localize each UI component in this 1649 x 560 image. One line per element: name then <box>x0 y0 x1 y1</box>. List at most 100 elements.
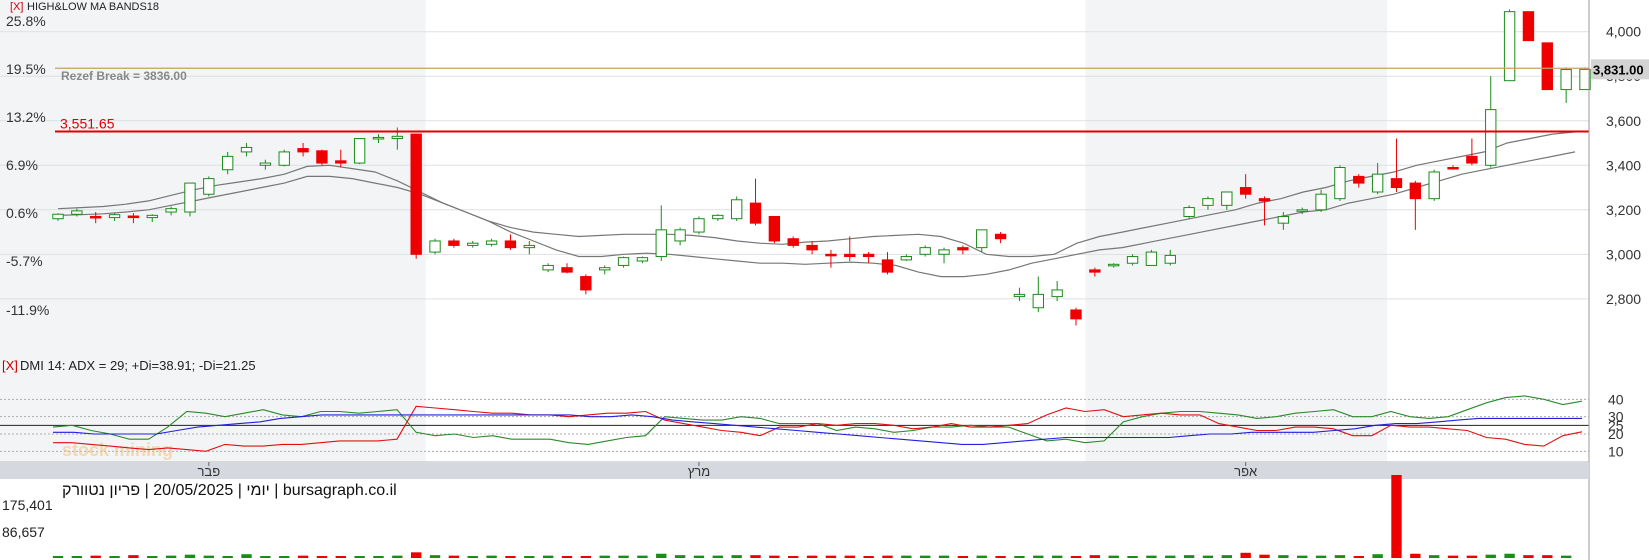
volume-bar <box>806 555 818 558</box>
candle-down <box>806 244 818 251</box>
volume-bar <box>1315 555 1327 558</box>
candle-down <box>1466 155 1478 164</box>
candle-up <box>1126 256 1139 264</box>
dmi-axis-label: 10 <box>1608 443 1624 459</box>
volume-bar <box>335 556 346 558</box>
volume-bar <box>52 556 64 558</box>
volume-bar <box>788 556 799 558</box>
candle-up <box>523 244 535 249</box>
volume-bar <box>203 555 214 558</box>
volume-bar <box>1240 552 1251 558</box>
candle-up <box>1013 293 1026 298</box>
candle-down <box>410 133 422 255</box>
volume-bar <box>241 554 252 558</box>
stock-chart: [X] HIGH&LOW MA BANDS18 Rezef Break = 38… <box>0 0 1649 560</box>
volume-bar <box>1202 555 1214 558</box>
candle-up <box>1371 173 1384 193</box>
candle-up <box>1108 263 1120 267</box>
volume-bar <box>1372 554 1383 558</box>
close-indicator-icon[interactable]: [X] <box>10 1 23 13</box>
close-dmi-icon[interactable]: [X] <box>2 358 18 373</box>
volume-bar <box>1334 555 1346 558</box>
left-axis-label: 19.5% <box>6 61 46 77</box>
left-axis-label: -5.7% <box>6 253 43 269</box>
volume-bar <box>1165 555 1176 558</box>
left-axis-label: -11.9% <box>6 302 49 318</box>
candle-up <box>353 138 366 164</box>
candle-down <box>1522 11 1535 42</box>
volume-bar <box>1221 555 1232 558</box>
candle-up <box>184 182 196 213</box>
candle-down <box>580 276 592 291</box>
volume-bar <box>1410 553 1421 558</box>
volume-bar <box>844 555 855 558</box>
volume-bar <box>1127 556 1138 558</box>
volume-bar <box>1504 553 1515 558</box>
candle-down <box>825 253 837 257</box>
volume-bar <box>1014 556 1025 558</box>
candle-down <box>1070 309 1082 320</box>
volume-bar <box>750 555 761 558</box>
month-label: אפר <box>1234 464 1257 479</box>
candle-up <box>1277 215 1290 224</box>
right-axis-label: 2,800 <box>1606 291 1641 307</box>
candle-up <box>1315 193 1327 211</box>
volume-bar <box>731 555 742 558</box>
volume-bar <box>1183 555 1195 558</box>
candle-down <box>768 215 781 242</box>
candle-down <box>90 215 102 219</box>
last-price-label: 3,831.00 <box>1593 62 1644 77</box>
volume-bar <box>580 556 592 558</box>
volume-bar <box>297 555 309 558</box>
candle-up <box>429 240 441 253</box>
volume-bar <box>769 555 780 558</box>
volume-bar <box>429 555 441 558</box>
candle-down <box>1353 175 1365 184</box>
volume-bar <box>1297 555 1308 558</box>
volume-bar <box>165 555 177 558</box>
candle-down <box>862 253 875 258</box>
volume-bar <box>1391 475 1402 558</box>
candle-up <box>655 229 667 258</box>
volume-bar <box>448 555 460 558</box>
footer-caption: יומי | 20/05/2025 | פריון נטוורק | bursa… <box>62 482 397 499</box>
candle-down <box>1239 187 1252 195</box>
right-axis-label: 4,000 <box>1606 24 1641 40</box>
candle-up <box>1334 167 1346 200</box>
candle-down <box>1447 167 1459 170</box>
candle-down <box>787 238 799 246</box>
month-shading <box>0 0 1589 462</box>
volume-axis-label-max: 175,401 <box>2 497 53 513</box>
candle-down <box>1089 269 1101 273</box>
volume-bar <box>1146 555 1157 558</box>
volume-bar <box>128 555 139 558</box>
month-label: פבר <box>197 464 220 479</box>
resistance-label: 3,551.65 <box>60 116 115 132</box>
volume-bar <box>1523 555 1534 558</box>
candle-up <box>976 229 988 249</box>
candle-down <box>297 148 309 153</box>
volume-bar <box>618 555 629 558</box>
candle-up <box>1485 109 1497 166</box>
candle-up <box>1503 11 1516 82</box>
candle-down <box>561 267 573 273</box>
volume-bar <box>957 556 969 558</box>
candle-up <box>1051 289 1063 298</box>
candle-down <box>881 259 894 273</box>
volume-bar <box>222 556 233 558</box>
volume-bar <box>316 556 328 558</box>
dmi-axis: 4030252010 <box>1608 391 1624 459</box>
candle-down <box>844 253 856 258</box>
candle-down <box>1258 198 1271 202</box>
candle-up <box>712 214 724 220</box>
candle-up <box>1145 251 1158 266</box>
candle-up <box>203 178 215 195</box>
volume-bar <box>901 555 912 558</box>
left-axis-label: 13.2% <box>6 109 46 125</box>
volume-bar <box>1259 554 1270 558</box>
candle-down <box>1390 178 1403 189</box>
volume-bar <box>71 556 83 558</box>
volume-bar <box>260 556 271 558</box>
volume-bar <box>1278 555 1289 558</box>
candle-up <box>108 214 121 219</box>
